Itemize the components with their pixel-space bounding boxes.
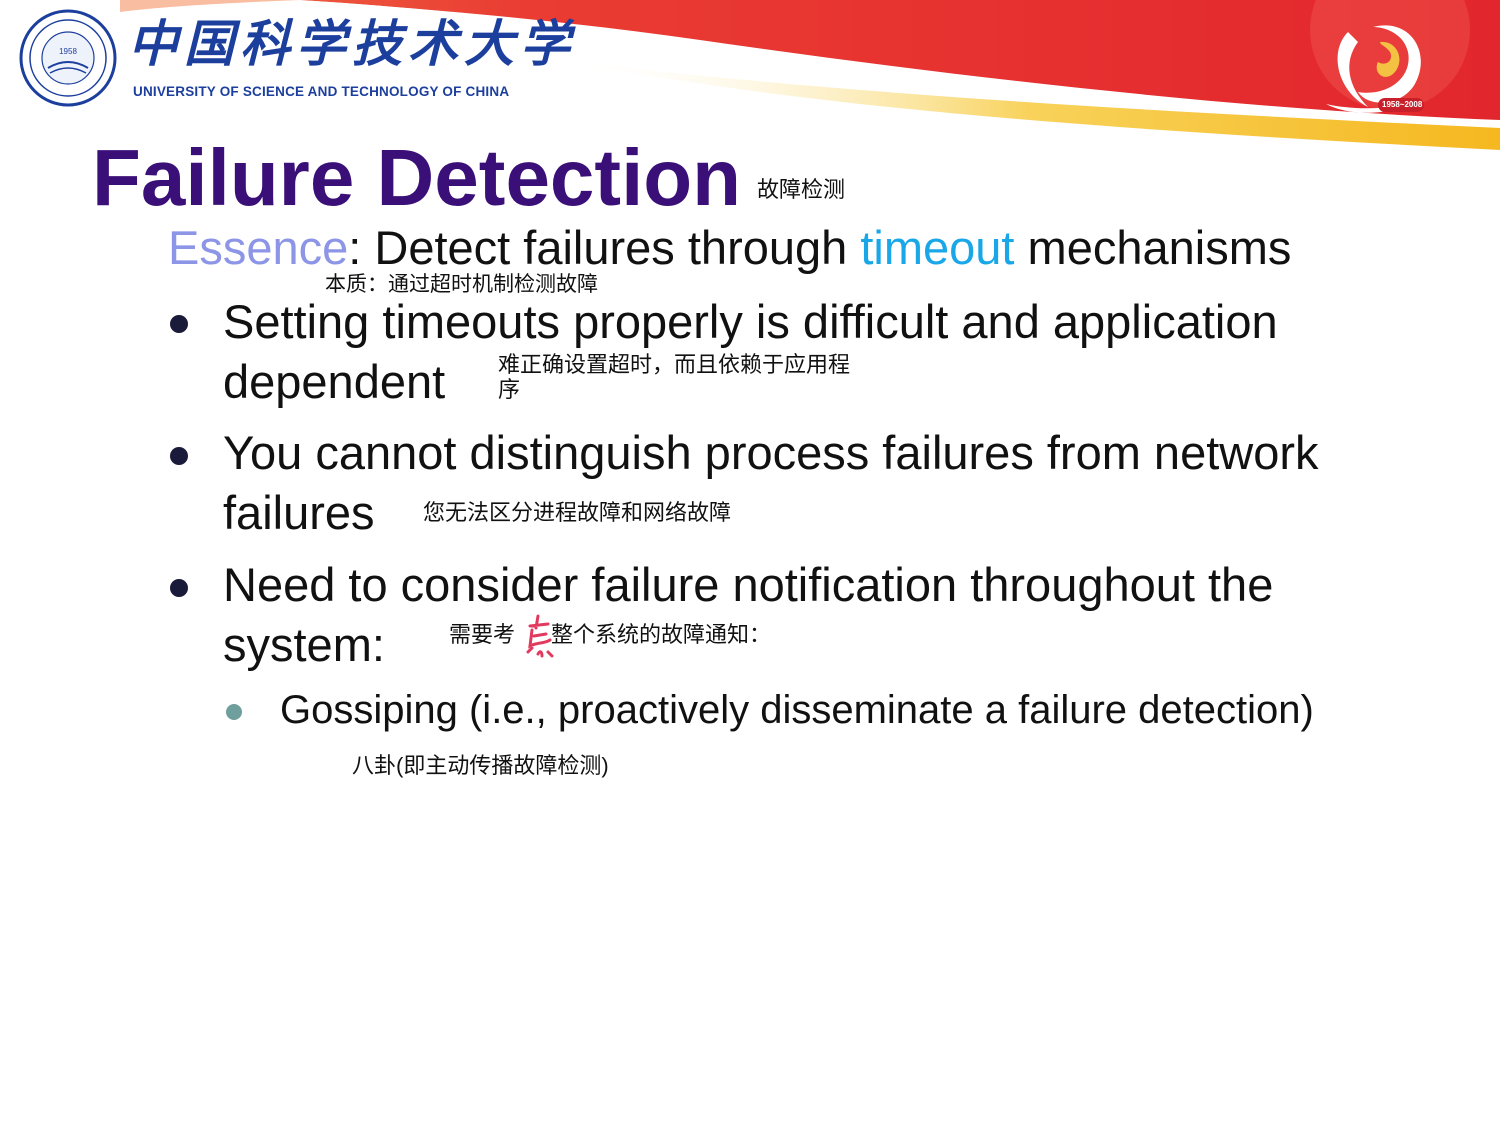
bullet-2-annotation: 您无法区分进程故障和网络故障 — [423, 500, 732, 525]
university-seal-logo: 1958 — [19, 9, 117, 107]
university-name-cn: 中国科学技术大学 — [128, 14, 576, 73]
sub-bullet-dot — [226, 704, 242, 720]
essence-colon: : — [348, 221, 362, 274]
slide-title: Failure Detection — [92, 133, 742, 222]
bullet-dot — [170, 447, 188, 465]
bullet-1-annotation-line-2: 序 — [498, 377, 521, 402]
bullet-2-line-2: failures — [223, 486, 375, 539]
sub-bullet-annotation: 八卦(即主动传播故障检测) — [352, 753, 609, 778]
bullet-3-annotation-after: 整个系统的故障通知： — [551, 622, 772, 647]
bullet-1-annotation-line-1: 难正确设置超时，而且依赖于应用程 — [498, 352, 851, 377]
bullet-3-line-2: system: — [223, 618, 385, 671]
essence-highlight: timeout — [860, 221, 1015, 274]
bullet-dot — [170, 315, 188, 333]
bullet-1-line-1: Setting timeouts properly is difficult a… — [223, 295, 1278, 348]
bullet-3-annotation-before: 需要考 — [449, 622, 516, 647]
anniversary-years: 1958~2008 — [1382, 100, 1423, 109]
title-annotation: 故障检测 — [757, 177, 846, 202]
seal-year: 1958 — [59, 47, 77, 56]
bullet-dot — [170, 579, 188, 597]
university-name-en: UNIVERSITY OF SCIENCE AND TECHNOLOGY OF … — [133, 84, 510, 99]
bullet-2-line-1: You cannot distinguish process failures … — [223, 426, 1319, 479]
essence-text-before: Detect failures through — [361, 221, 861, 274]
bullet-3-line-1: Need to consider failure notification th… — [223, 558, 1274, 611]
essence-label: Essence — [168, 221, 349, 274]
sub-bullet-text: Gossiping (i.e., proactively disseminate… — [280, 688, 1314, 732]
bullet-1-line-2: dependent — [223, 355, 446, 408]
essence-text-after: mechanisms — [1014, 221, 1292, 274]
